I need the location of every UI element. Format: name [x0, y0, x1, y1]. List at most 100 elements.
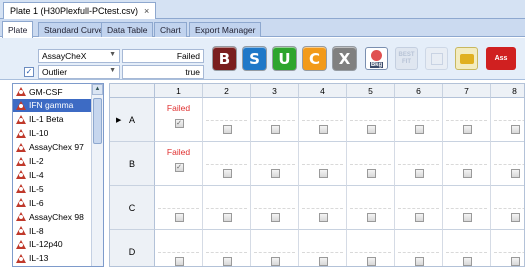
- well-cell[interactable]: [491, 142, 524, 186]
- well-checkbox[interactable]: [222, 169, 232, 178]
- well-checkbox[interactable]: ✓: [174, 163, 184, 172]
- well-cell[interactable]: [491, 230, 524, 266]
- chevron-up-icon[interactable]: ▲: [92, 84, 103, 95]
- flag-select[interactable]: Outlier ▼: [38, 65, 120, 79]
- well-cell[interactable]: [251, 230, 299, 266]
- row-header[interactable]: D: [110, 230, 155, 266]
- well-checkbox[interactable]: [510, 213, 520, 222]
- well-checkbox[interactable]: [366, 125, 376, 134]
- tab-export-manager[interactable]: Export Manager: [189, 22, 262, 37]
- well-checkbox[interactable]: [174, 213, 184, 222]
- well-checkbox[interactable]: [318, 257, 328, 266]
- well-checkbox[interactable]: [270, 213, 280, 222]
- background-button[interactable]: Bkg: [365, 47, 388, 70]
- column-header[interactable]: 6: [395, 84, 443, 98]
- analyte-item[interactable]: GM-CSF: [13, 85, 91, 98]
- analyte-item[interactable]: IFN gamma: [13, 98, 91, 112]
- well-checkbox[interactable]: [318, 169, 328, 178]
- wizard-button[interactable]: [455, 47, 478, 70]
- assay-button[interactable]: Ass: [486, 47, 516, 70]
- well-cell[interactable]: [395, 142, 443, 186]
- column-header[interactable]: 3: [251, 84, 299, 98]
- tab-data-table[interactable]: Data Table: [101, 22, 154, 37]
- well-cell[interactable]: [299, 186, 347, 230]
- parameter-select[interactable]: AssayCheX ▼: [38, 49, 120, 63]
- well-checkbox[interactable]: [414, 257, 424, 266]
- analyte-item[interactable]: IL-5: [13, 182, 91, 195]
- column-header[interactable]: 1: [155, 84, 203, 98]
- well-checkbox[interactable]: [270, 169, 280, 178]
- well-cell[interactable]: Failed ✓: [155, 98, 203, 142]
- exclude-button[interactable]: X: [333, 47, 356, 70]
- control-button[interactable]: C: [303, 47, 326, 70]
- analyte-item[interactable]: AssayChex 98: [13, 210, 91, 223]
- analyte-item[interactable]: IL-8: [13, 224, 91, 237]
- well-cell[interactable]: [443, 186, 491, 230]
- blank-button[interactable]: B: [213, 47, 236, 70]
- well-checkbox[interactable]: [366, 257, 376, 266]
- well-checkbox[interactable]: [414, 213, 424, 222]
- chevron-down-icon[interactable]: ▼: [109, 67, 116, 74]
- well-checkbox[interactable]: [414, 125, 424, 134]
- well-checkbox[interactable]: [414, 169, 424, 178]
- well-cell[interactable]: [491, 98, 524, 142]
- well-checkbox[interactable]: [510, 169, 520, 178]
- well-cell[interactable]: [443, 142, 491, 186]
- well-cell[interactable]: [251, 142, 299, 186]
- well-cell[interactable]: [395, 186, 443, 230]
- tab-plate[interactable]: Plate: [2, 21, 34, 38]
- analyte-item[interactable]: IL-13: [13, 252, 91, 265]
- close-icon[interactable]: ×: [144, 6, 149, 16]
- well-checkbox[interactable]: [318, 125, 328, 134]
- well-checkbox[interactable]: [510, 257, 520, 266]
- well-checkbox[interactable]: [462, 169, 472, 178]
- well-checkbox[interactable]: [318, 213, 328, 222]
- column-header[interactable]: 8: [491, 84, 524, 98]
- outlier-checkbox[interactable]: ✓: [24, 67, 34, 77]
- standard-button[interactable]: S: [243, 47, 266, 70]
- well-cell[interactable]: [347, 142, 395, 186]
- well-cell[interactable]: [443, 230, 491, 266]
- best-fit-button[interactable]: BEST FIT: [395, 47, 418, 70]
- well-checkbox[interactable]: [270, 125, 280, 134]
- well-checkbox[interactable]: [366, 169, 376, 178]
- well-cell[interactable]: [395, 98, 443, 142]
- column-header[interactable]: 7: [443, 84, 491, 98]
- unknown-button[interactable]: U: [273, 47, 296, 70]
- well-cell[interactable]: [251, 98, 299, 142]
- row-header[interactable]: C: [110, 186, 155, 230]
- row-header[interactable]: ▶ A: [110, 98, 155, 142]
- column-header[interactable]: 4: [299, 84, 347, 98]
- row-header[interactable]: B: [110, 142, 155, 186]
- well-cell[interactable]: [251, 186, 299, 230]
- well-cell[interactable]: [299, 142, 347, 186]
- well-checkbox[interactable]: [510, 125, 520, 134]
- blank-tool-button[interactable]: [425, 47, 448, 70]
- analyte-item[interactable]: IL-2: [13, 155, 91, 168]
- scrollbar-thumb[interactable]: [93, 98, 102, 144]
- well-cell[interactable]: [299, 230, 347, 266]
- analyte-item[interactable]: IL-6: [13, 196, 91, 209]
- well-checkbox[interactable]: [366, 213, 376, 222]
- well-cell[interactable]: [347, 186, 395, 230]
- analyte-item[interactable]: IL-4: [13, 168, 91, 181]
- well-checkbox[interactable]: [462, 213, 472, 222]
- well-cell[interactable]: [155, 186, 203, 230]
- well-checkbox[interactable]: [174, 257, 184, 266]
- well-cell[interactable]: [347, 98, 395, 142]
- well-cell[interactable]: [491, 186, 524, 230]
- well-checkbox[interactable]: [462, 257, 472, 266]
- well-checkbox[interactable]: [222, 213, 232, 222]
- well-checkbox[interactable]: [222, 257, 232, 266]
- column-header[interactable]: 5: [347, 84, 395, 98]
- analyte-scrollbar[interactable]: ▲: [91, 84, 103, 266]
- well-checkbox[interactable]: [270, 257, 280, 266]
- tab-standard-curve[interactable]: Standard Curve: [38, 22, 110, 37]
- document-tab[interactable]: Plate 1 (H30Plexfull-PCtest.csv) ×: [3, 2, 157, 19]
- well-cell[interactable]: Failed ✓: [155, 142, 203, 186]
- well-cell[interactable]: [155, 230, 203, 266]
- analyte-item[interactable]: IL-10: [13, 127, 91, 140]
- well-checkbox[interactable]: ✓: [174, 119, 184, 128]
- well-cell[interactable]: [203, 230, 251, 266]
- analyte-item[interactable]: IL-1 Beta: [13, 113, 91, 126]
